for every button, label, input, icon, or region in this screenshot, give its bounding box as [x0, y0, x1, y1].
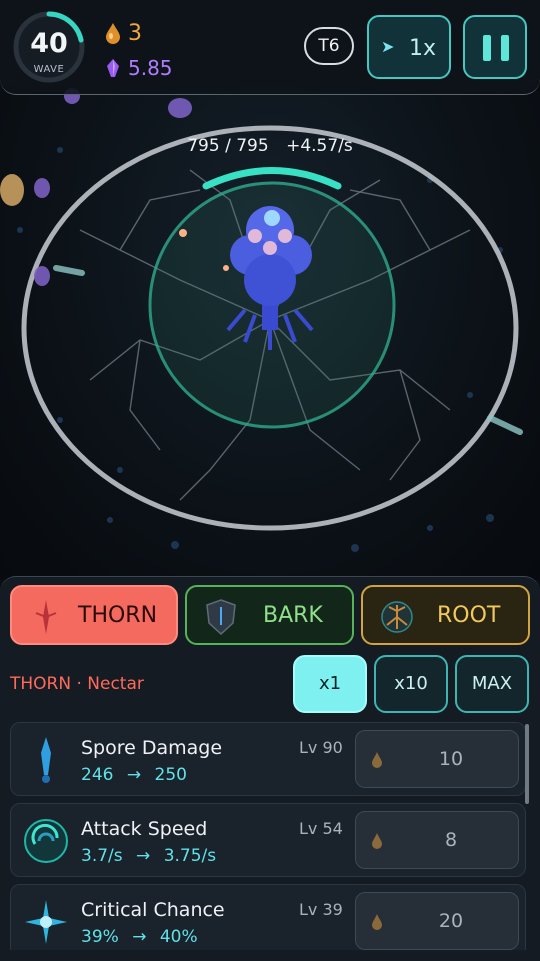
wave-counter: 40 WAVE — [12, 10, 86, 84]
upgrade-list[interactable]: Spore Damage Lv 90 246 → 250 10 Attack S… — [10, 720, 526, 950]
fast-forward-icon: ➤ — [381, 37, 395, 56]
nectar-drop-icon — [106, 23, 120, 44]
swirl-icon — [24, 819, 68, 863]
upgrade-next-value: 250 — [154, 765, 187, 785]
buy-button[interactable]: 10 — [355, 730, 519, 788]
crystal-icon — [107, 58, 119, 77]
multiplier-x10-button[interactable]: x10 — [374, 655, 448, 713]
upgrade-values: 39% → 40% — [81, 927, 198, 947]
tree-regen-text: +4.57/s — [286, 136, 353, 156]
upgrade-list-scrollbar[interactable] — [525, 724, 529, 804]
upgrade-level: Lv 39 — [299, 900, 343, 919]
wave-label: WAVE — [33, 64, 65, 75]
buy-button[interactable]: 20 — [355, 892, 519, 950]
crystal-value: 5.85 — [128, 55, 173, 80]
pause-icon-bar — [501, 35, 509, 61]
spark-burst-icon — [25, 900, 67, 944]
nectar-value: 3 — [128, 20, 142, 46]
tab-thorn[interactable]: THORN — [10, 585, 178, 645]
tab-root[interactable]: ROOT — [361, 585, 530, 645]
upgrade-row-attack-speed: Attack Speed Lv 54 3.7/s → 3.75/s 8 — [10, 803, 526, 877]
upgrade-level: Lv 90 — [299, 738, 343, 757]
upgrade-next-value: 40% — [159, 927, 198, 947]
nectar-drop-icon — [372, 833, 382, 849]
upgrade-values: 3.7/s → 3.75/s — [81, 846, 216, 866]
crystal-counter: 5.85 — [104, 54, 173, 80]
nectar-drop-icon — [372, 752, 382, 768]
pause-icon — [483, 35, 491, 61]
tree-health-readout: 795 / 795 +4.57/s — [0, 136, 540, 156]
upgrade-current-value: 246 — [81, 765, 114, 785]
upgrade-next-value: 3.75/s — [163, 846, 217, 866]
tab-bark[interactable]: BARK — [185, 585, 354, 645]
spore-dagger-icon — [41, 737, 51, 783]
multiplier-max-button[interactable]: MAX — [455, 655, 529, 713]
tree-hp-text: 795 / 795 — [187, 136, 269, 156]
arrow-icon: → — [132, 927, 147, 947]
tab-root-label: ROOT — [437, 603, 501, 628]
wave-number: 40 — [30, 28, 68, 59]
upgrade-row-spore-damage: Spore Damage Lv 90 246 → 250 10 — [10, 722, 526, 796]
nectar-drop-icon — [372, 914, 382, 930]
upgrade-name: Critical Chance — [81, 899, 225, 921]
speed-value: 1x — [409, 36, 437, 61]
upgrade-level: Lv 54 — [299, 819, 343, 838]
upgrade-row-critical-chance: Critical Chance Lv 39 39% → 40% 20 — [10, 884, 526, 950]
buy-button[interactable]: 8 — [355, 811, 519, 869]
thorn-icon — [35, 600, 57, 634]
multiplier-x1-button[interactable]: x1 — [293, 655, 367, 713]
speed-button[interactable]: ➤ 1x — [367, 15, 451, 79]
arrow-icon: → — [136, 846, 151, 866]
section-label: THORN · Nectar — [10, 674, 144, 694]
buy-cost: 20 — [438, 910, 464, 932]
upgrade-name: Spore Damage — [81, 737, 223, 759]
tab-thorn-label: THORN — [78, 603, 158, 628]
pause-button[interactable] — [463, 15, 527, 79]
upgrade-current-value: 3.7/s — [81, 846, 123, 866]
root-icon — [381, 601, 413, 633]
buy-cost: 10 — [438, 748, 464, 770]
upgrade-values: 246 → 250 — [81, 765, 187, 785]
bark-shield-icon — [206, 599, 236, 636]
upgrade-current-value: 39% — [81, 927, 119, 947]
nectar-counter: 3 — [104, 20, 142, 46]
upgrade-name: Attack Speed — [81, 818, 208, 840]
tier-button[interactable]: T6 — [304, 27, 354, 65]
tab-bark-label: BARK — [263, 603, 323, 628]
arrow-icon: → — [126, 765, 142, 785]
buy-cost: 8 — [444, 829, 458, 851]
